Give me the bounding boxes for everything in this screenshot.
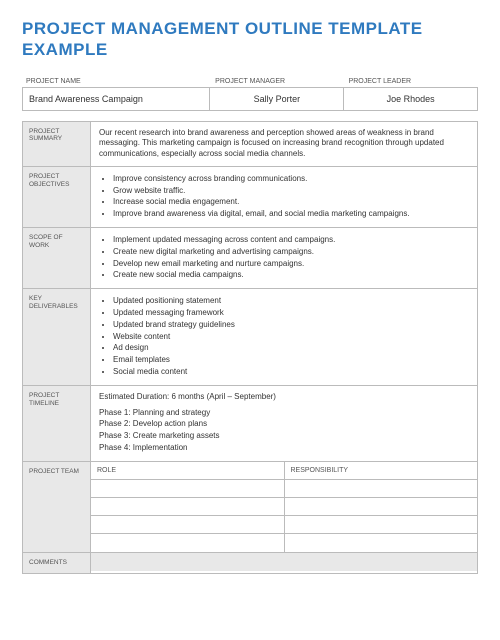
team-row <box>91 516 477 534</box>
team-resp <box>284 498 478 515</box>
timeline-phase: Phase 1: Planning and strategy <box>99 408 469 419</box>
content-scope: Implement updated messaging across conte… <box>91 228 477 288</box>
team-row <box>91 480 477 498</box>
team-role <box>91 498 284 515</box>
row-deliverables: KEY DELIVERABLES Updated positioning sta… <box>23 288 477 385</box>
team-header-role: ROLE <box>91 462 284 479</box>
team-role <box>91 516 284 533</box>
team-header: ROLE RESPONSIBILITY <box>91 462 477 480</box>
list-item: Updated messaging framework <box>113 308 469 319</box>
list-item: Email templates <box>113 355 469 366</box>
row-scope: SCOPE OF WORK Implement updated messagin… <box>23 227 477 288</box>
list-item: Website content <box>113 332 469 343</box>
list-item: Social media content <box>113 367 469 378</box>
timeline-duration: Estimated Duration: 6 months (April – Se… <box>99 392 469 403</box>
row-team: PROJECT TEAM ROLE RESPONSIBILITY <box>23 461 477 552</box>
timeline-phase: Phase 3: Create marketing assets <box>99 431 469 442</box>
content-comments <box>91 553 477 571</box>
label-team: PROJECT TEAM <box>23 462 91 552</box>
team-row <box>91 498 477 516</box>
list-item: Increase social media engagement. <box>113 197 469 208</box>
list-item: Ad design <box>113 343 469 354</box>
label-project-name: PROJECT NAME <box>22 75 211 87</box>
team-resp <box>284 480 478 497</box>
value-project-leader: Joe Rhodes <box>343 88 477 110</box>
objectives-list: Improve consistency across branding comm… <box>99 174 469 220</box>
team-resp <box>284 534 478 552</box>
row-comments: COMMENTS <box>23 552 477 573</box>
outline-table: PROJECT SUMMARY Our recent research into… <box>22 121 478 574</box>
content-timeline: Estimated Duration: 6 months (April – Se… <box>91 386 477 461</box>
team-resp <box>284 516 478 533</box>
value-project-name: Brand Awareness Campaign <box>23 88 209 110</box>
deliverables-list: Updated positioning statement Updated me… <box>99 296 469 378</box>
list-item: Create new digital marketing and adverti… <box>113 247 469 258</box>
list-item: Improve consistency across branding comm… <box>113 174 469 185</box>
content-deliverables: Updated positioning statement Updated me… <box>91 289 477 385</box>
team-role <box>91 480 284 497</box>
list-item: Grow website traffic. <box>113 186 469 197</box>
label-deliverables: KEY DELIVERABLES <box>23 289 91 385</box>
row-objectives: PROJECT OBJECTIVES Improve consistency a… <box>23 166 477 227</box>
label-objectives: PROJECT OBJECTIVES <box>23 167 91 227</box>
label-scope: SCOPE OF WORK <box>23 228 91 288</box>
timeline-phase: Phase 4: Implementation <box>99 443 469 454</box>
row-timeline: PROJECT TIMELINE Estimated Duration: 6 m… <box>23 385 477 461</box>
document-title: PROJECT MANAGEMENT OUTLINE TEMPLATE EXAM… <box>22 18 478 61</box>
document-page: PROJECT MANAGEMENT OUTLINE TEMPLATE EXAM… <box>0 0 500 592</box>
list-item: Improve brand awareness via digital, ema… <box>113 209 469 220</box>
team-row <box>91 534 477 552</box>
label-summary: PROJECT SUMMARY <box>23 122 91 166</box>
team-header-responsibility: RESPONSIBILITY <box>284 462 478 479</box>
list-item: Develop new email marketing and nurture … <box>113 259 469 270</box>
content-objectives: Improve consistency across branding comm… <box>91 167 477 227</box>
team-block: ROLE RESPONSIBILITY <box>91 462 477 552</box>
label-project-manager: PROJECT MANAGER <box>211 75 344 87</box>
timeline-phase: Phase 2: Develop action plans <box>99 419 469 430</box>
label-comments: COMMENTS <box>23 553 91 573</box>
scope-list: Implement updated messaging across conte… <box>99 235 469 281</box>
label-project-leader: PROJECT LEADER <box>345 75 478 87</box>
list-item: Implement updated messaging across conte… <box>113 235 469 246</box>
label-timeline: PROJECT TIMELINE <box>23 386 91 461</box>
row-summary: PROJECT SUMMARY Our recent research into… <box>23 122 477 166</box>
list-item: Updated positioning statement <box>113 296 469 307</box>
list-item: Updated brand strategy guidelines <box>113 320 469 331</box>
team-role <box>91 534 284 552</box>
content-summary: Our recent research into brand awareness… <box>91 122 477 166</box>
project-meta: PROJECT NAME PROJECT MANAGER PROJECT LEA… <box>22 75 478 111</box>
list-item: Create new social media campaigns. <box>113 270 469 281</box>
value-project-manager: Sally Porter <box>209 88 343 110</box>
